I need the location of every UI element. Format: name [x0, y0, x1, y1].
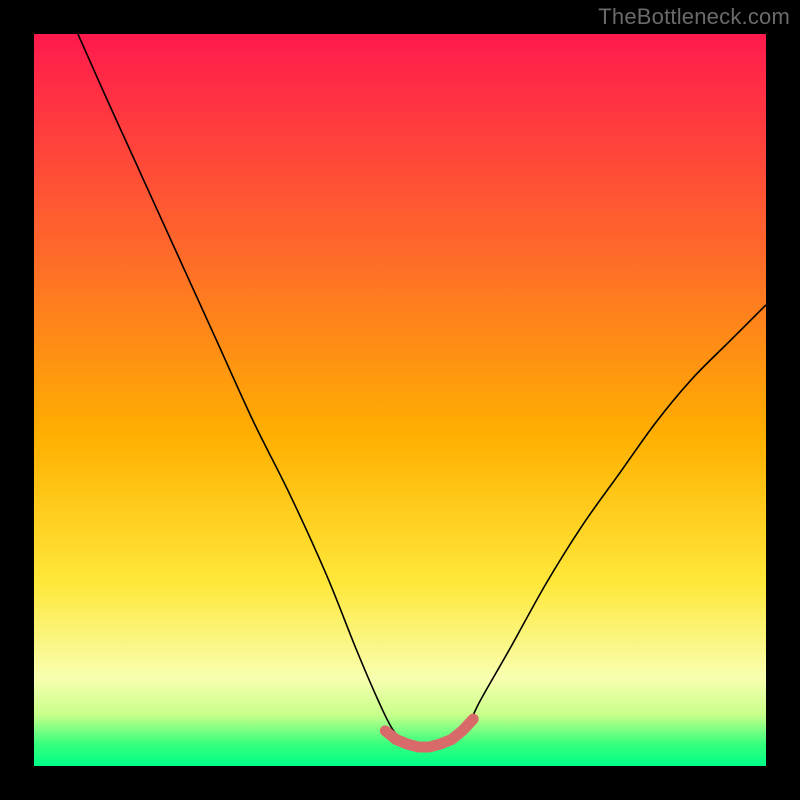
curve-layer — [34, 34, 766, 766]
chart-frame: TheBottleneck.com — [0, 0, 800, 800]
valley-marker — [380, 714, 478, 752]
bottleneck-curve — [78, 34, 766, 748]
watermark-text: TheBottleneck.com — [598, 4, 790, 30]
plot-area — [34, 34, 766, 766]
